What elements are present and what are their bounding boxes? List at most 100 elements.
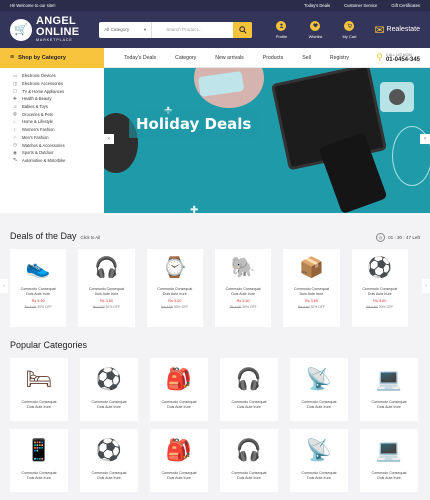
shop-by-category-label: Shop by Category (18, 54, 66, 61)
category-name: Commodo Consequat Duis Aute Irure (371, 471, 407, 480)
deal-card[interactable]: 📦 Commodo Consequat Duis Aute Irure Rs 3.… (283, 249, 340, 327)
sidebar-item-sports[interactable]: ◉ Sports & Outdoor (0, 149, 104, 157)
nav-sell[interactable]: Sell (302, 55, 311, 61)
phone-number[interactable]: 01-0454-345 (386, 57, 420, 63)
search-icon (239, 25, 247, 34)
deal-meta: Rs 4.60 30% OFF (92, 305, 121, 309)
category-card[interactable]: 🎒 Commodo Consequat Duis Aute Irure (150, 429, 208, 492)
category-name: Commodo Consequat Duis Aute Irure (231, 400, 267, 409)
deal-meta: Rs 4.60 30% OFF (24, 305, 52, 309)
sidebar-item-health-beauty[interactable]: ✚ Health & Beauty (0, 95, 104, 103)
sidebar-item-automotive[interactable]: ⛍ Automotive & Motorbike (0, 157, 104, 165)
laptop-icon: 💻 (375, 368, 403, 391)
category-card[interactable]: 📡 Commodo Consequat Duis Aute Irure (290, 429, 348, 492)
shop-by-category-button[interactable]: ≡ Shop by Category (0, 47, 104, 68)
football-icon: ⚽ (95, 368, 123, 391)
category-card[interactable]: ⚽ Commodo Consequat Duis Aute Irure (80, 358, 138, 421)
sidebar-item-watches[interactable]: ◷ Watches & Accessories (0, 141, 104, 149)
search-input[interactable]: Search Product... (152, 22, 233, 38)
gift-certificates-link[interactable]: Gift Certificates (391, 3, 420, 8)
toy-elephant-icon: 🐘 (230, 257, 256, 279)
bunk-bed-icon: 🛏 (25, 368, 53, 391)
deals-title: Deals of the Day (10, 231, 77, 241)
deal-card[interactable]: ⌚ Commodo Consequat Duis Aute Irure Rs 3.… (146, 249, 203, 327)
backpack-icon: 🎒 (165, 439, 193, 462)
nav-registry[interactable]: Registry (330, 55, 349, 61)
category-card[interactable]: 💻 Commodo Consequat Duis Aute Irure (360, 358, 418, 421)
deal-card[interactable]: 🐘 Commodo Consequat Duis Aute Irure Rs 3.… (214, 249, 272, 327)
clock-icon: ◷ (376, 233, 386, 242)
cart-button[interactable]: My Cart (332, 20, 366, 39)
sidebar-item-womens-fashion[interactable]: ♀ Women's Fashion (0, 126, 104, 134)
deal-price: Rs 3.60 (373, 299, 387, 303)
hero-banner[interactable]: ✚ ✚ ✚ Holiday Deals ‹ › (104, 68, 430, 213)
nav-new-arrivals[interactable]: New arrivals (215, 55, 244, 61)
category-card[interactable]: 💻 Commodo Consequat Duis Aute Irure (360, 429, 418, 492)
popular-row-2: 📱 Commodo Consequat Duis Aute Irure ⚽ Commo… (0, 429, 430, 492)
deals-header: Deals of the Day Click to All ◷ 01 : 30 … (0, 213, 430, 249)
deal-price: Rs 3.60 (31, 299, 45, 303)
sidebar-item-home-lifestyle[interactable]: ⌂ Home & Lifestyle (0, 118, 104, 126)
menu-icon: ≡ (10, 54, 15, 61)
instant-camera-image (380, 82, 414, 112)
sidebar-item-babies-toys[interactable]: ☺ Babies & Toys (0, 103, 104, 111)
category-name: Commodo Consequat Duis Aute Irure (371, 400, 407, 409)
category-card[interactable]: 🎒 Commodo Consequat Duis Aute Irure (150, 358, 208, 421)
todays-deals-link[interactable]: Today's Deals (304, 3, 330, 8)
sidebar-item-mens-fashion[interactable]: ♂ Men's Fashion (0, 134, 104, 142)
deal-name: Commodo Consequat Duis Aute Irure (20, 287, 56, 296)
category-card[interactable]: 🎧 Commodo Consequat Duis Aute Irure (220, 429, 278, 492)
tv-icon: ▢ (13, 88, 18, 94)
banner-prev-arrow[interactable]: ‹ (104, 134, 114, 144)
deal-card[interactable]: 👟 Commodo Consequat Duis Aute Irure Rs 3.… (10, 249, 67, 327)
category-card[interactable]: 🎧 Commodo Consequat Duis Aute Irure (220, 358, 278, 421)
category-card[interactable]: 📡 Commodo Consequat Duis Aute Irure (290, 358, 348, 421)
customer-service-link[interactable]: Customer Service (344, 3, 377, 8)
product-box-icon: 📦 (299, 257, 324, 279)
deals-prev-arrow[interactable]: ‹ (0, 279, 8, 293)
search-button[interactable] (233, 21, 253, 38)
deal-price: Rs 3.60 (236, 299, 250, 303)
headphones-icon: 🎧 (94, 257, 119, 279)
wishlist-button[interactable]: Wishlist (298, 20, 332, 39)
deal-card[interactable]: 🎧 Commodo Consequat Duis Aute Irure Rs 3.… (78, 249, 135, 327)
nav-products[interactable]: Products (263, 55, 283, 61)
health-icon: ✚ (13, 95, 17, 101)
category-name: Commodo Consequat Duis Aute Irure (21, 400, 57, 409)
backpack-icon: 🎒 (165, 368, 193, 391)
category-name: Commodo Consequat Duis Aute Irure (161, 471, 197, 480)
popular-title: Popular Categories (10, 340, 88, 350)
deals-next-arrow[interactable]: › (422, 279, 430, 293)
deals-view-all-link[interactable]: Click to All (81, 235, 100, 240)
nav-todays-deals[interactable]: Today's Deals (124, 55, 156, 61)
banner-next-arrow[interactable]: › (420, 134, 430, 144)
profile-button[interactable]: Profile (264, 20, 298, 39)
sidebar-item-electronic-devices[interactable]: ▭ Electronic Devices (0, 72, 104, 80)
watch-icon: ◷ (13, 142, 17, 148)
smartwatch-icon: ⌚ (162, 257, 188, 279)
logo-line2: ONLINE (36, 26, 80, 39)
category-card[interactable]: ⚽ Commodo Consequat Duis Aute Irure (80, 429, 138, 492)
logo-line3: MARKETPLACE (36, 38, 73, 43)
category-name: Commodo Consequat Duis Aute Irure (21, 471, 57, 480)
category-select[interactable]: All Category ▾ (99, 21, 153, 38)
deal-name: Commodo Consequat Duis Aute Irure (157, 287, 193, 296)
cart-logo-icon: 🛒 (10, 18, 32, 41)
deal-card[interactable]: ⚽ Commodo Consequat Duis Aute Irure Rs 3.… (351, 249, 408, 327)
logo[interactable]: 🛒 ANGEL ONLINE MARKETPLACE (10, 16, 99, 43)
category-name: Commodo Consequat Duis Aute Irure (161, 400, 197, 409)
deal-name: Commodo Consequat Duis Aute Irure (293, 287, 329, 296)
deal-name: Commodo Consequat Duis Aute Irure (362, 287, 398, 296)
deal-meta: Rs 4.60 30% OFF (229, 305, 257, 309)
category-card[interactable]: 📱 Commodo Consequat Duis Aute Irure (10, 429, 68, 492)
football-icon: ⚽ (95, 439, 123, 462)
deal-meta: Rs 4.60 30% OFF (297, 305, 326, 309)
category-card[interactable]: 🛏 Commodo Consequat Duis Aute Irure (10, 358, 68, 421)
profile-label: Profile (275, 33, 288, 39)
sidebar-item-tv-home[interactable]: ▢ TV & Home Appliances (0, 87, 104, 95)
nav-category[interactable]: Category (175, 55, 196, 61)
sidebar-item-groceries-pets[interactable]: ◍ Groceries & Pets (0, 110, 104, 118)
sidebar-item-electronic-accessories[interactable]: ◫ Electronic Accessories (0, 80, 104, 88)
realestate-link[interactable]: ✉ Realestate (374, 23, 420, 37)
dress-icon: ♀ (13, 127, 17, 133)
